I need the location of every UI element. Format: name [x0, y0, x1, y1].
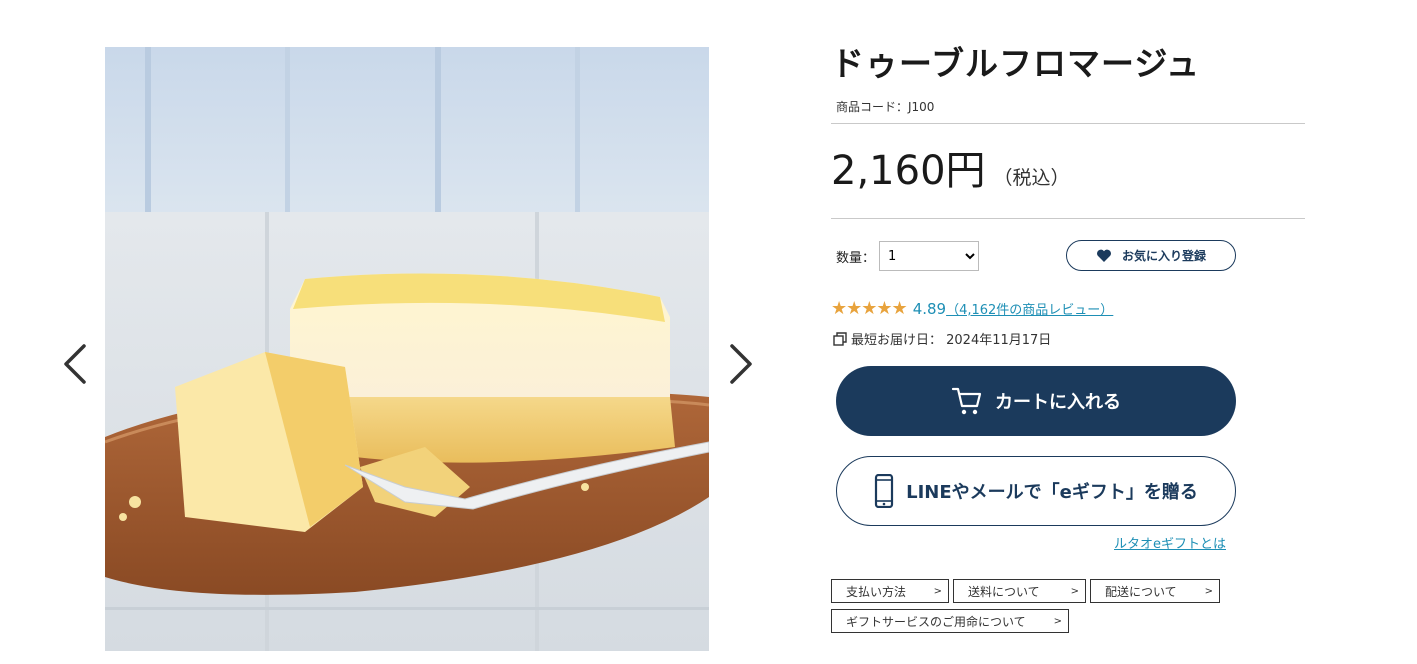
cart-icon [951, 387, 982, 415]
copy-icon [833, 331, 847, 346]
product-code: 商品コード：J100 [836, 100, 935, 114]
egift-button[interactable]: LINEやメールで「eギフト」を贈る [836, 456, 1236, 526]
delivery-text: 最短お届け日： 2024年11月17日 [851, 333, 1052, 348]
product-info: ドゥーブルフロマージュ 商品コード：J100 [831, 44, 1305, 115]
tax-label: （税込） [993, 167, 1070, 189]
chevron-right-icon [730, 344, 752, 384]
rating: ★★★★★ 4.89 （4,162件の商品レビュー） [831, 298, 1113, 319]
chevron-right-icon: > [1204, 585, 1213, 597]
smartphone-icon [875, 474, 894, 508]
rating-score: 4.89 [912, 299, 947, 318]
favorite-button-label: お気に入り登録 [1121, 249, 1206, 263]
gallery-prev-arrow[interactable] [56, 340, 96, 388]
divider [831, 123, 1305, 124]
reviews-link[interactable]: （4,162件の商品レビュー） [946, 299, 1113, 318]
heart-icon [1097, 249, 1111, 262]
product-price: 2,160円 （税込） [831, 138, 1070, 196]
rating-stars-icon: ★★★★★ [831, 298, 908, 319]
add-to-cart-label: カートに入れる [995, 392, 1121, 413]
add-to-cart-button[interactable]: カートに入れる [836, 366, 1236, 436]
product-title: ドゥーブルフロマージュ [831, 44, 1201, 83]
quantity-select[interactable]: 1 [879, 241, 979, 271]
info-link-label: 配送について [1105, 584, 1177, 599]
chevron-right-icon: > [1053, 615, 1062, 627]
gallery-next-arrow[interactable] [720, 340, 760, 388]
info-links: 支払い方法 > 送料について > 配送について > ギフトサービスのご用命について > [831, 579, 1251, 639]
chevron-left-icon [64, 344, 86, 384]
chevron-right-icon: > [933, 585, 942, 597]
egift-info-link[interactable]: ルタオeギフトとは [1114, 533, 1226, 552]
delivery-info-link[interactable]: 配送について > [1090, 579, 1220, 603]
payment-methods-link[interactable]: 支払い方法 > [831, 579, 949, 603]
gift-service-link[interactable]: ギフトサービスのご用命について > [831, 609, 1069, 633]
divider [831, 218, 1305, 219]
info-link-label: ギフトサービスのご用命について [846, 614, 1026, 629]
quantity-label: 数量： [836, 251, 876, 266]
favorite-button[interactable]: お気に入り登録 [1066, 240, 1236, 271]
product-main-image [105, 47, 709, 651]
shipping-fee-link[interactable]: 送料について > [953, 579, 1086, 603]
info-link-label: 支払い方法 [846, 584, 907, 599]
egift-button-label: LINEやメールで「eギフト」を贈る [906, 482, 1198, 503]
chevron-right-icon: > [1070, 585, 1079, 597]
price-value: 2,160円 [831, 148, 986, 194]
info-link-label: 送料について [968, 584, 1040, 599]
delivery-date: 最短お届け日： 2024年11月17日 [833, 329, 1051, 348]
